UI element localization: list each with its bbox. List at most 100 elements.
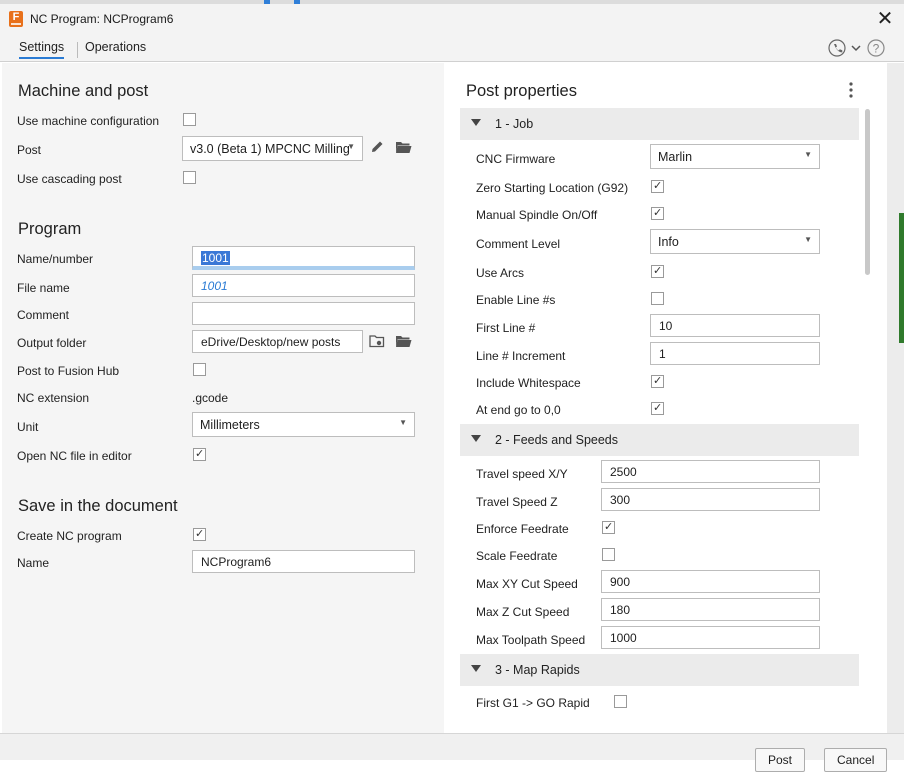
edit-pencil-icon[interactable] [369,139,385,155]
cnc-firmware-label: CNC Firmware [476,152,556,166]
post-to-fusion-hub-label: Post to Fusion Hub [17,364,120,378]
dropdown-arrow-icon: ▼ [804,150,812,159]
travel-speed-z-label: Travel Speed Z [476,495,558,509]
save-name-input[interactable]: NCProgram6 [192,550,415,573]
section-heading-program: Program [18,220,82,238]
open-nc-editor-checkbox[interactable] [193,447,206,461]
unit-label: Unit [17,420,39,434]
manual-spindle-checkbox[interactable] [651,206,664,220]
dialog-footer: Post Cancel [0,733,904,772]
open-folder-icon[interactable] [395,140,412,154]
first-line-label: First Line # [476,321,536,335]
comment-label: Comment [17,308,70,322]
section-title-feeds: 2 - Feeds and Speeds [495,433,618,447]
close-icon[interactable]: ✕ [874,7,896,29]
cnc-firmware-value: Marlin [658,150,693,164]
scale-feedrate-checkbox[interactable] [602,548,615,561]
help-icon[interactable]: ? [867,39,885,57]
comment-level-label: Comment Level [476,237,561,251]
enforce-feedrate-checkbox[interactable] [602,520,615,534]
dropdown-arrow-icon: ▼ [804,235,812,244]
nc-extension-label: NC extension [17,391,90,405]
tab-separator [77,42,78,58]
include-whitespace-label: Include Whitespace [476,376,581,390]
tab-operations[interactable]: Operations [85,40,146,54]
first-g1-rapid-label: First G1 -> GO Rapid [476,696,590,710]
max-toolpath-input[interactable]: 1000 [601,626,820,649]
use-cascading-label: Use cascading post [17,172,122,186]
enable-line-numbers-checkbox[interactable] [651,292,664,305]
use-arcs-checkbox[interactable] [651,264,664,278]
enable-line-numbers-label: Enable Line #s [476,293,556,307]
first-line-input[interactable]: 10 [650,314,820,337]
create-nc-program-label: Create NC program [17,529,122,543]
travel-speed-z-input[interactable]: 300 [601,488,820,511]
dropdown-arrow-icon: ▼ [347,142,355,151]
section-heading-machine: Machine and post [18,82,149,100]
name-number-input[interactable]: 1001 [192,246,415,270]
zero-start-checkbox[interactable] [651,179,664,193]
post-label: Post [17,143,42,157]
manual-spindle-label: Manual Spindle On/Off [476,208,598,222]
zero-start-label: Zero Starting Location (G92) [476,181,629,195]
section-header-rapids[interactable]: 3 - Map Rapids [460,654,859,686]
name-number-selected-text: 1001 [201,251,230,265]
comment-level-select[interactable]: Info ▼ [650,229,820,254]
name-number-label: Name/number [17,252,94,266]
phone-icon[interactable] [828,39,846,57]
use-machine-config-checkbox[interactable] [183,113,196,126]
use-cascading-checkbox[interactable] [183,171,196,184]
at-end-checkbox[interactable] [651,401,664,415]
window-title: NC Program: NCProgram6 [30,12,174,26]
unit-select-value: Millimeters [200,418,260,432]
line-increment-label: Line # Increment [476,349,566,363]
tab-bar: Settings Operations ? [0,34,904,62]
browse-folder-icon[interactable] [369,334,387,349]
collapse-triangle-icon [471,119,481,126]
section-heading-save: Save in the document [18,497,178,515]
line-increment-input[interactable]: 1 [650,342,820,365]
file-name-input[interactable]: 1001 [192,274,415,297]
fusion-app-icon: F [9,11,23,27]
max-xy-cut-input[interactable]: 900 [601,570,820,593]
include-whitespace-checkbox[interactable] [651,374,664,388]
cancel-button[interactable]: Cancel [824,748,888,772]
title-bar: F NC Program: NCProgram6 ✕ [0,4,904,34]
tab-settings[interactable]: Settings [19,40,65,59]
max-xy-cut-label: Max XY Cut Speed [476,577,578,591]
section-header-job[interactable]: 1 - Job [460,108,859,140]
section-header-feeds[interactable]: 2 - Feeds and Speeds [460,424,859,456]
post-properties-panel: Post properties 1 - Job CNC Firmware Mar… [444,63,887,733]
first-g1-rapid-checkbox[interactable] [614,695,627,708]
open-nc-editor-label: Open NC file in editor [17,449,132,463]
post-to-fusion-hub-checkbox[interactable] [193,363,206,376]
open-folder-icon[interactable] [395,334,412,348]
settings-panel: Machine and post Use machine configurati… [2,63,444,733]
section-title-rapids: 3 - Map Rapids [495,663,580,677]
travel-speed-xy-input[interactable]: 2500 [601,460,820,483]
at-end-label: At end go to 0,0 [476,403,561,417]
post-button[interactable]: Post [755,748,806,772]
nc-extension-value: .gcode [192,391,229,405]
chevron-down-icon[interactable] [851,45,861,52]
output-folder-input[interactable]: eDrive/Desktop/new posts [192,330,363,353]
section-title-job: 1 - Job [495,117,534,131]
max-toolpath-label: Max Toolpath Speed [476,633,586,647]
max-z-cut-input[interactable]: 180 [601,598,820,621]
more-options-icon[interactable] [848,81,854,99]
comment-level-value: Info [658,235,679,249]
travel-speed-xy-label: Travel speed X/Y [476,467,568,481]
output-folder-label: Output folder [17,336,87,350]
unit-select[interactable]: Millimeters ▼ [192,412,415,437]
cnc-firmware-select[interactable]: Marlin ▼ [650,144,820,169]
post-select[interactable]: v3.0 (Beta 1) MPCNC Milling ▼ [182,136,363,161]
svg-text:?: ? [873,42,880,56]
scale-feedrate-label: Scale Feedrate [476,549,558,563]
scrollbar-thumb[interactable] [865,109,870,275]
collapse-triangle-icon [471,435,481,442]
create-nc-program-checkbox[interactable] [193,527,206,541]
post-properties-heading: Post properties [466,82,577,100]
comment-input[interactable] [192,302,415,325]
use-machine-config-label: Use machine configuration [17,114,160,128]
background-viewport-edge [887,63,904,733]
